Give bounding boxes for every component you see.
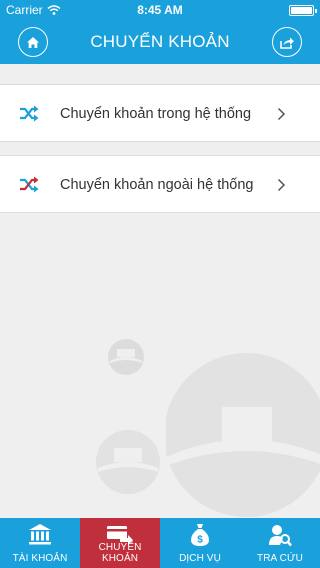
tab-accounts[interactable]: TÀI KHOẢN <box>0 518 80 568</box>
nav-bar: CHUYỂN KHOẢN <box>0 20 320 64</box>
user-search-icon <box>269 525 292 547</box>
battery-icon <box>289 5 317 16</box>
external-transfer-row[interactable]: Chuyển khoản ngoài hệ thống <box>0 155 320 213</box>
external-transfer-label: Chuyển khoản ngoài hệ thống <box>60 177 254 193</box>
tab-transfer[interactable]: CHUYỂN KHOẢN <box>80 518 160 568</box>
tab-bar: TÀI KHOẢN CHUYỂN KHOẢN $ DỊCH VỤ TRA CỨU <box>0 518 320 568</box>
status-time: 8:45 AM <box>137 3 183 17</box>
share-icon <box>279 37 294 49</box>
page-title: CHUYỂN KHOẢN <box>90 32 230 51</box>
shuffle-icon <box>20 105 39 122</box>
chevron-right-icon <box>277 178 286 192</box>
status-bar: Carrier 8:45 AM <box>0 0 320 20</box>
watermark-logo-small <box>108 339 144 375</box>
tab-lookup[interactable]: TRA CỨU <box>240 518 320 568</box>
share-button[interactable] <box>272 27 302 57</box>
tab-services[interactable]: $ DỊCH VỤ <box>160 518 240 568</box>
tab-lookup-label: TRA CỨU <box>257 553 303 564</box>
watermark-logo-large <box>166 353 320 517</box>
home-button[interactable] <box>18 27 48 57</box>
svg-text:$: $ <box>197 535 203 546</box>
tab-services-label: DỊCH VỤ <box>179 553 221 564</box>
home-icon <box>27 36 39 48</box>
internal-transfer-label: Chuyển khoản trong hệ thống <box>60 106 252 122</box>
internal-transfer-row[interactable]: Chuyển khoản trong hệ thống <box>0 84 320 142</box>
shuffle-icon <box>20 176 39 193</box>
bank-icon <box>29 524 51 545</box>
watermark-logo-medium <box>96 430 160 494</box>
money-bag-icon: $ <box>191 524 209 546</box>
chevron-right-icon <box>277 107 286 121</box>
tab-accounts-label: TÀI KHOẢN <box>12 553 68 564</box>
tab-transfer-label: CHUYỂN KHOẢN <box>98 542 142 564</box>
